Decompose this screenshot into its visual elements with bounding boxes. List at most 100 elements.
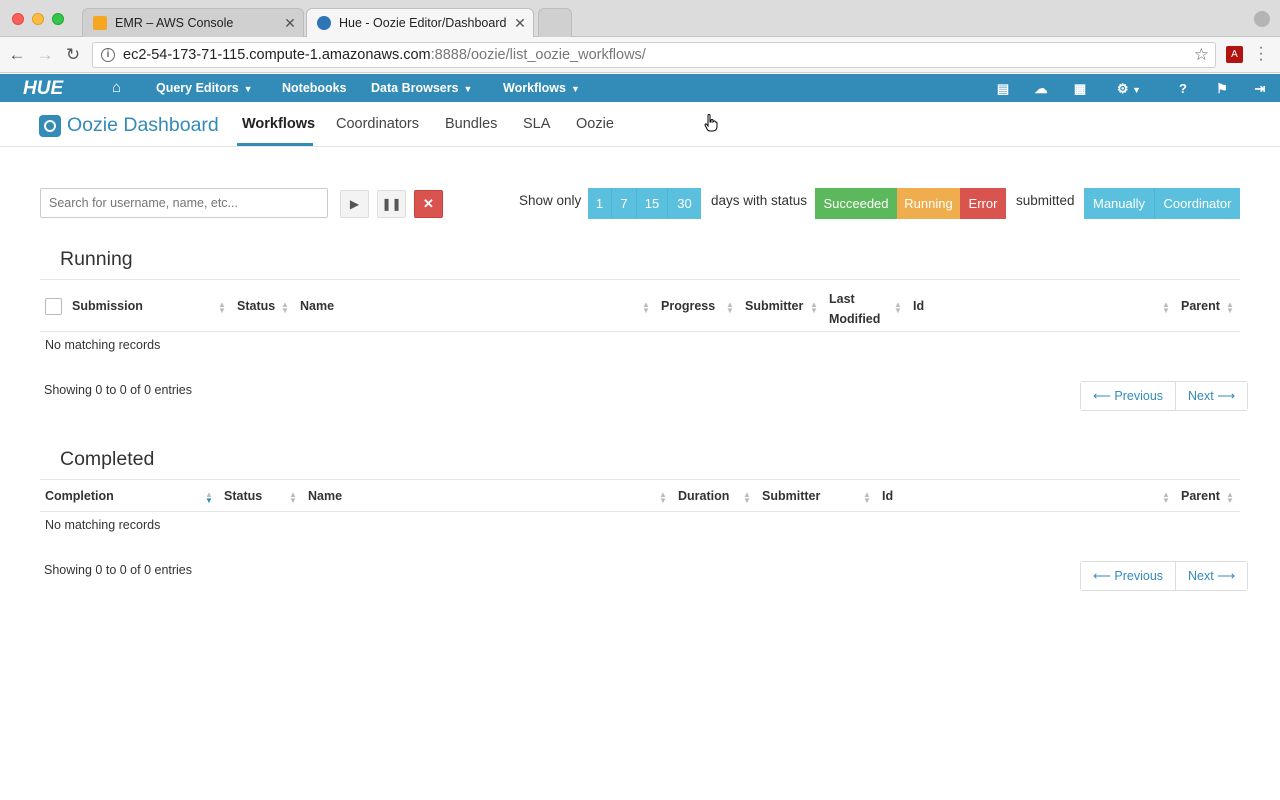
- next-page-button[interactable]: Next ⟶: [1176, 562, 1248, 590]
- bookmark-star-icon[interactable]: ☆: [1194, 45, 1209, 65]
- flag-icon[interactable]: ⚑: [1214, 81, 1230, 97]
- pagination: ⟵ Previous Next ⟶: [1080, 561, 1249, 591]
- tab-sla[interactable]: SLA: [523, 116, 550, 132]
- column-header-id[interactable]: Id: [882, 489, 893, 503]
- search-input[interactable]: [40, 188, 328, 218]
- sort-icon[interactable]: ▲ ▼: [218, 301, 226, 315]
- browser-toolbar: ← → ↻ i ec2-54-173-71-115.compute-1.amaz…: [0, 37, 1280, 73]
- tab-bundles[interactable]: Bundles: [445, 116, 497, 132]
- page-title[interactable]: Oozie Dashboard: [67, 114, 219, 137]
- tab-title: Hue - Oozie Editor/Dashboard: [339, 16, 507, 30]
- sort-icon[interactable]: ▲ ▼: [289, 491, 297, 505]
- oozie-dashboard-icon: [39, 115, 61, 137]
- sort-icon[interactable]: ▲ ▼: [810, 301, 818, 315]
- sort-desc-icon[interactable]: ▲ ▼: [205, 491, 213, 505]
- sort-icon[interactable]: ▲ ▼: [743, 491, 751, 505]
- column-header-name[interactable]: Name: [308, 489, 342, 503]
- browser-menu-icon[interactable]: · · ·: [1256, 40, 1266, 68]
- hue-icon: [317, 16, 331, 30]
- days-1-button[interactable]: 1: [588, 188, 612, 219]
- url-host: ec2-54-173-71-115.compute-1.amazonaws.co…: [123, 47, 431, 63]
- submitted-manually-button[interactable]: Manually: [1084, 188, 1155, 219]
- select-all-checkbox[interactable]: [45, 298, 62, 315]
- sort-icon[interactable]: ▲ ▼: [659, 491, 667, 505]
- minimize-window-button[interactable]: [32, 13, 44, 25]
- sort-icon[interactable]: ▲ ▼: [281, 301, 289, 315]
- days-15-button[interactable]: 15: [637, 188, 668, 219]
- sort-icon[interactable]: ▲ ▼: [1226, 491, 1234, 505]
- hue-logo[interactable]: HUE: [23, 78, 63, 100]
- close-icon[interactable]: ✕: [281, 15, 299, 32]
- days-filter-group: 1 7 15 30: [588, 188, 701, 219]
- browser-tab-hue[interactable]: Hue - Oozie Editor/Dashboard ✕: [306, 8, 534, 37]
- help-icon[interactable]: ?: [1175, 81, 1191, 96]
- tab-title: EMR – AWS Console: [115, 16, 234, 30]
- close-window-button[interactable]: [12, 13, 24, 25]
- next-page-button[interactable]: Next ⟶: [1176, 382, 1248, 410]
- nav-label: Notebooks: [282, 81, 347, 95]
- sort-icon[interactable]: ▲ ▼: [1162, 301, 1170, 315]
- column-header-submitter[interactable]: Submitter: [745, 299, 803, 313]
- kill-button[interactable]: ✕: [414, 190, 443, 218]
- submitted-coordinator-button[interactable]: Coordinator: [1155, 188, 1240, 219]
- sort-icon[interactable]: ▲ ▼: [726, 301, 734, 315]
- document-icon[interactable]: ▤: [995, 81, 1011, 97]
- reload-icon[interactable]: ↻: [62, 44, 84, 66]
- table-icon[interactable]: ▦: [1072, 81, 1088, 97]
- sort-icon[interactable]: ▲ ▼: [1162, 491, 1170, 505]
- nav-label: Workflows: [503, 81, 566, 95]
- column-header-completion[interactable]: Completion: [45, 489, 114, 503]
- header-line: Modified: [829, 312, 881, 326]
- new-tab-button[interactable]: [538, 8, 572, 37]
- forward-arrow-icon[interactable]: →: [34, 44, 56, 66]
- column-header-status[interactable]: Status: [237, 299, 275, 313]
- tab-workflows[interactable]: Workflows: [242, 116, 315, 132]
- column-header-submitter[interactable]: Submitter: [762, 489, 820, 503]
- column-header-last-modified[interactable]: Last Modified: [829, 289, 880, 329]
- days-30-button[interactable]: 30: [668, 188, 701, 219]
- column-header-submission[interactable]: Submission: [72, 299, 143, 313]
- tab-oozie[interactable]: Oozie: [576, 116, 614, 132]
- nav-workflows[interactable]: Workflows ▼: [503, 81, 580, 95]
- status-running-button[interactable]: Running: [897, 188, 960, 219]
- column-header-progress[interactable]: Progress: [661, 299, 715, 313]
- close-icon[interactable]: ✕: [511, 15, 529, 32]
- nav-data-browsers[interactable]: Data Browsers ▼: [371, 81, 472, 95]
- logout-icon[interactable]: ⇥: [1252, 81, 1268, 97]
- column-header-status[interactable]: Status: [224, 489, 262, 503]
- address-bar[interactable]: i ec2-54-173-71-115.compute-1.amazonaws.…: [92, 42, 1216, 68]
- column-header-duration[interactable]: Duration: [678, 489, 729, 503]
- info-icon[interactable]: i: [101, 48, 115, 62]
- column-header-parent[interactable]: Parent: [1181, 489, 1220, 503]
- sort-icon[interactable]: ▲ ▼: [894, 301, 902, 315]
- completed-section-title: Completed: [60, 448, 155, 470]
- pdf-extension-icon[interactable]: A: [1226, 46, 1243, 63]
- sort-icon[interactable]: ▲ ▼: [863, 491, 871, 505]
- sort-icon[interactable]: ▲ ▼: [642, 301, 650, 315]
- column-header-name[interactable]: Name: [300, 299, 334, 313]
- settings-gear-icon[interactable]: ⚙ ▼: [1112, 81, 1146, 97]
- chevron-down-icon: ▼: [463, 84, 473, 94]
- column-header-id[interactable]: Id: [913, 299, 924, 313]
- browser-tab-emr[interactable]: EMR – AWS Console ✕: [82, 8, 304, 37]
- back-arrow-icon[interactable]: ←: [6, 44, 28, 66]
- nav-notebooks[interactable]: Notebooks: [282, 81, 347, 95]
- empty-table-message: No matching records: [45, 338, 161, 352]
- suspend-button[interactable]: ❚❚: [377, 190, 406, 218]
- status-error-button[interactable]: Error: [960, 188, 1006, 219]
- status-succeeded-button[interactable]: Succeeded: [815, 188, 897, 219]
- nav-query-editors[interactable]: Query Editors ▼: [156, 81, 253, 95]
- profile-icon[interactable]: [1254, 11, 1270, 27]
- cloud-icon[interactable]: ☁: [1033, 81, 1049, 97]
- home-icon[interactable]: ⌂: [112, 79, 121, 96]
- previous-page-button[interactable]: ⟵ Previous: [1081, 382, 1177, 410]
- days-7-button[interactable]: 7: [612, 188, 637, 219]
- resume-button[interactable]: ▶: [340, 190, 369, 218]
- maximize-window-button[interactable]: [52, 13, 64, 25]
- divider: [40, 511, 1240, 512]
- sort-icon[interactable]: ▲ ▼: [1226, 301, 1234, 315]
- previous-page-button[interactable]: ⟵ Previous: [1081, 562, 1177, 590]
- column-header-parent[interactable]: Parent: [1181, 299, 1220, 313]
- tab-coordinators[interactable]: Coordinators: [336, 116, 419, 132]
- days-with-status-label: days with status: [711, 193, 808, 208]
